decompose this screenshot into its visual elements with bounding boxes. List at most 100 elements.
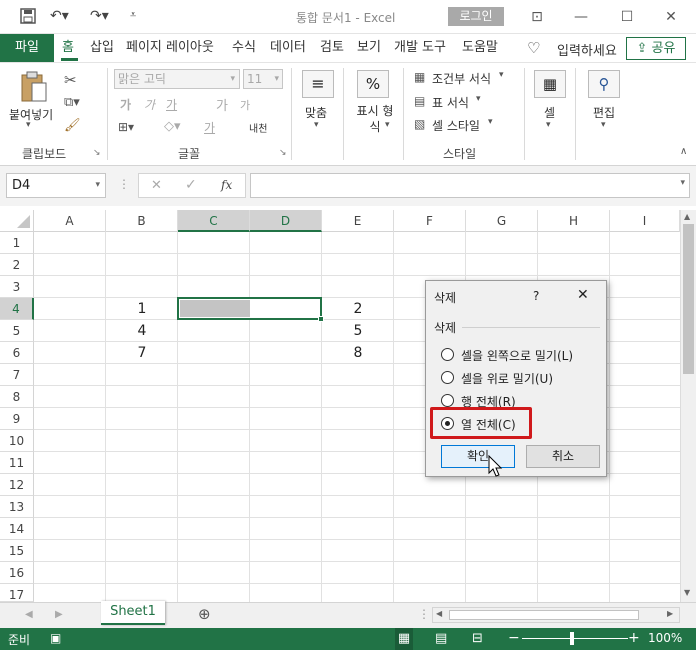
option-shift-up-label[interactable]: 셀을 위로 밀기(U) <box>461 370 553 387</box>
fill-color-icon[interactable]: ◇▾ <box>164 119 181 134</box>
sheet-tab-sheet1[interactable]: Sheet1 <box>101 601 165 625</box>
chevron-down-icon[interactable]: ▾ <box>601 120 606 130</box>
login-button[interactable]: 로그인 <box>448 7 504 26</box>
macro-record-icon[interactable]: ▣ <box>50 631 61 645</box>
tell-me-box[interactable]: 입력하세요 <box>557 40 617 59</box>
editing-label[interactable]: 편집 <box>593 104 615 121</box>
font-name-box[interactable]: 맑은 고딕 ▾ <box>114 69 240 89</box>
alignment-label[interactable]: 맞춤 <box>305 104 327 121</box>
number-format-icon[interactable]: % <box>357 70 389 98</box>
copy-icon[interactable]: ⧉▾ <box>64 95 80 110</box>
tab-review[interactable]: 검토 <box>320 34 344 62</box>
row-header[interactable]: 5 <box>0 320 34 342</box>
row-header[interactable]: 17 <box>0 584 34 602</box>
row-header[interactable]: 8 <box>0 386 34 408</box>
cell-b5[interactable]: 4 <box>106 320 178 342</box>
option-shift-left-radio[interactable] <box>441 348 454 361</box>
row-header[interactable]: 3 <box>0 276 34 298</box>
row-header[interactable]: 12 <box>0 474 34 496</box>
zoom-slider-thumb[interactable] <box>570 632 574 645</box>
tab-developer[interactable]: 개발 도구 <box>394 34 446 62</box>
scroll-up-icon[interactable]: ▲ <box>684 212 690 221</box>
zoom-slider[interactable] <box>522 638 628 639</box>
close-icon[interactable]: ✕ <box>658 7 684 27</box>
column-header-b[interactable]: B <box>106 210 178 232</box>
font-color-button[interactable]: 가 <box>204 119 215 136</box>
customize-qat-icon[interactable]: ⩡ <box>130 8 136 22</box>
row-header[interactable]: 14 <box>0 518 34 540</box>
tab-file[interactable]: 파일 <box>0 34 54 62</box>
font-launcher-icon[interactable]: ↘ <box>279 148 287 158</box>
number-format-label[interactable]: 표시 형식 <box>352 103 398 135</box>
dialog-close-icon[interactable]: ✕ <box>577 287 589 303</box>
column-header-a[interactable]: A <box>34 210 106 232</box>
row-header[interactable]: 1 <box>0 232 34 254</box>
tab-split-icon[interactable]: ⋮ <box>418 607 430 621</box>
chevron-down-icon[interactable]: ▾ <box>385 120 390 130</box>
alignment-icon[interactable]: ≡ <box>302 70 334 98</box>
tab-view[interactable]: 보기 <box>357 34 381 62</box>
format-painter-icon[interactable]: 🖌 <box>64 118 81 133</box>
italic-button[interactable]: 가 <box>144 96 155 113</box>
formula-bar-grip-icon[interactable]: ⋮ <box>118 177 130 191</box>
column-header-d[interactable]: D <box>250 210 322 232</box>
redo-icon[interactable]: ↷▾ <box>90 8 109 24</box>
paste-dropdown-icon[interactable]: ▾ <box>26 120 31 130</box>
font-size-box[interactable]: 11 ▾ <box>243 69 283 89</box>
prev-sheet-icon[interactable]: ◀ <box>25 609 33 620</box>
grow-font-button[interactable]: 가 <box>216 95 228 114</box>
column-header-i[interactable]: I <box>610 210 680 232</box>
row-header[interactable]: 9 <box>0 408 34 430</box>
undo-icon[interactable]: ↶▾ <box>50 8 69 24</box>
chevron-down-icon[interactable]: ▾ <box>546 120 551 130</box>
expand-formula-icon[interactable]: ▾ <box>680 178 685 188</box>
column-header-f[interactable]: F <box>394 210 466 232</box>
column-header-c[interactable]: C <box>178 210 250 232</box>
row-header[interactable]: 11 <box>0 452 34 474</box>
page-layout-view-icon[interactable]: ▤ <box>435 631 447 646</box>
save-icon[interactable] <box>20 8 36 28</box>
shrink-font-button[interactable]: 가 <box>240 97 250 113</box>
scroll-down-icon[interactable]: ▼ <box>684 588 690 597</box>
option-shift-left-label[interactable]: 셀을 왼쪽으로 밀기(L) <box>461 347 573 364</box>
chevron-down-icon[interactable]: ▾ <box>488 117 493 127</box>
share-button[interactable]: ⇪ 공유 <box>626 37 686 60</box>
select-all-button[interactable] <box>0 210 34 232</box>
phonetic-button[interactable]: 내천 <box>249 120 267 135</box>
clipboard-launcher-icon[interactable]: ↘ <box>93 148 101 158</box>
minimize-icon[interactable]: — <box>568 7 594 27</box>
chevron-down-icon[interactable]: ▾ <box>314 120 319 130</box>
zoom-out-icon[interactable]: − <box>508 630 520 646</box>
cells-label[interactable]: 셀 <box>544 104 555 121</box>
tab-page-layout[interactable]: 페이지 레이아웃 <box>126 34 214 62</box>
cell-e4[interactable]: 2 <box>322 298 394 320</box>
vertical-scrollbar[interactable]: ▲ ▼ <box>680 210 696 602</box>
row-header[interactable]: 6 <box>0 342 34 364</box>
cell-b4[interactable]: 1 <box>106 298 178 320</box>
cut-icon[interactable]: ✂ <box>64 71 77 89</box>
tab-data[interactable]: 데이터 <box>270 34 306 62</box>
insert-function-icon[interactable]: fx <box>221 178 232 192</box>
bold-button[interactable]: 가 <box>120 96 131 113</box>
row-header[interactable]: 7 <box>0 364 34 386</box>
tab-formulas[interactable]: 수식 <box>232 34 256 62</box>
scroll-left-icon[interactable]: ◀ <box>436 609 442 618</box>
column-header-h[interactable]: H <box>538 210 610 232</box>
cancel-button[interactable]: 취소 <box>526 445 600 468</box>
formula-input[interactable]: ▾ <box>250 173 690 198</box>
name-box[interactable]: D4 ▾ <box>6 173 106 198</box>
option-shift-up-radio[interactable] <box>441 371 454 384</box>
cell-b6[interactable]: 7 <box>106 342 178 364</box>
selection-range[interactable] <box>177 297 322 320</box>
column-header-g[interactable]: G <box>466 210 538 232</box>
add-sheet-icon[interactable]: ⊕ <box>198 605 211 623</box>
row-header[interactable]: 16 <box>0 562 34 584</box>
scroll-right-icon[interactable]: ▶ <box>667 609 673 618</box>
cell-e6[interactable]: 8 <box>322 342 394 364</box>
option-entire-row-radio[interactable] <box>441 394 454 407</box>
column-header-e[interactable]: E <box>322 210 394 232</box>
format-as-table-button[interactable]: 표 서식 <box>432 94 469 111</box>
search-icon[interactable]: ⚲ <box>588 70 620 98</box>
normal-view-icon[interactable]: ▦ <box>395 628 413 650</box>
tab-insert[interactable]: 삽입 <box>90 34 114 62</box>
